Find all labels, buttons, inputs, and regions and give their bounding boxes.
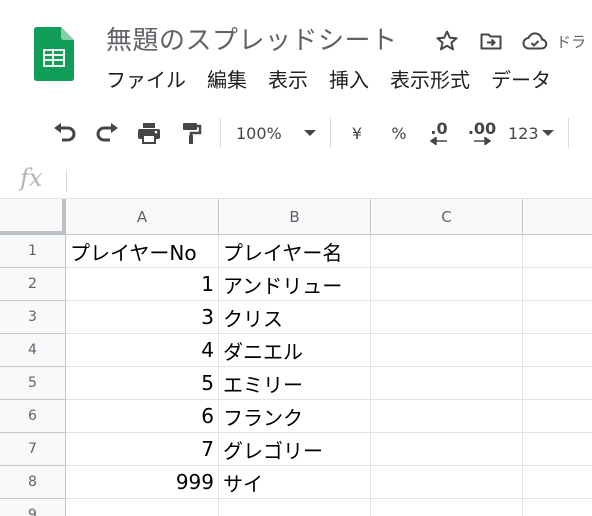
- cell-b2[interactable]: アンドリュー: [219, 268, 371, 301]
- toolbar-separator: [330, 118, 331, 148]
- spreadsheet-app: 無題のスプレッドシート ドラ ファイル 編集 表示 挿入 表示形式 データ 10…: [0, 0, 592, 516]
- format-percent-button[interactable]: %: [386, 118, 412, 148]
- row-header-9[interactable]: 9: [0, 499, 66, 516]
- cell-d2[interactable]: [523, 268, 592, 301]
- row-header-4[interactable]: 4: [0, 334, 66, 367]
- chevron-down-icon: [541, 130, 554, 136]
- menu-file[interactable]: ファイル: [106, 66, 186, 94]
- menu-view[interactable]: 表示: [268, 66, 308, 94]
- cell-c5[interactable]: [371, 367, 523, 400]
- cell-b4[interactable]: ダニエル: [219, 334, 371, 367]
- increase-decimal-label: .00: [467, 119, 497, 138]
- app-header: 無題のスプレッドシート ドラ ファイル 編集 表示 挿入 表示形式 データ: [0, 0, 592, 105]
- select-all-corner[interactable]: [0, 199, 66, 235]
- formula-input[interactable]: [76, 168, 580, 194]
- toolbar: 100% ¥ % .0 .00 123: [0, 104, 592, 163]
- zoom-value: 100%: [236, 123, 282, 143]
- star-icon[interactable]: [432, 26, 462, 56]
- row-header-1[interactable]: 1: [0, 235, 66, 268]
- row-header-3[interactable]: 3: [0, 301, 66, 334]
- fx-label: fx: [20, 164, 43, 192]
- cell-b1[interactable]: プレイヤー名: [219, 235, 371, 268]
- cell-a1[interactable]: プレイヤーNo: [66, 235, 219, 268]
- cell-d4[interactable]: [523, 334, 592, 367]
- arrow-right-icon: [474, 137, 491, 145]
- cell-b8[interactable]: サイ: [219, 466, 371, 499]
- menu-edit[interactable]: 編集: [207, 66, 247, 94]
- folder-move-icon[interactable]: [476, 26, 506, 56]
- cell-d5[interactable]: [523, 367, 592, 400]
- menu-insert[interactable]: 挿入: [329, 66, 369, 94]
- chevron-down-icon: [303, 130, 316, 136]
- percent-symbol: %: [391, 123, 407, 143]
- decrease-decimal-button[interactable]: .0: [424, 118, 454, 148]
- currency-symbol: ¥: [351, 123, 363, 143]
- redo-icon[interactable]: [92, 118, 122, 148]
- row-header-8[interactable]: 8: [0, 466, 66, 499]
- cell-d3[interactable]: [523, 301, 592, 334]
- cell-d8[interactable]: [523, 466, 592, 499]
- google-sheets-icon[interactable]: [34, 27, 74, 81]
- row-header-7[interactable]: 7: [0, 433, 66, 466]
- cell-c1[interactable]: [371, 235, 523, 268]
- title-actions: ドラ: [432, 26, 586, 56]
- cell-a8[interactable]: 999: [66, 466, 219, 499]
- drive-status-label[interactable]: ドラ: [556, 31, 586, 52]
- format-currency-button[interactable]: ¥: [344, 118, 370, 148]
- arrow-left-icon: [430, 137, 447, 145]
- cell-c4[interactable]: [371, 334, 523, 367]
- cell-c8[interactable]: [371, 466, 523, 499]
- column-header-a[interactable]: A: [66, 199, 219, 235]
- undo-icon[interactable]: [50, 118, 80, 148]
- print-icon[interactable]: [134, 118, 164, 148]
- cell-c9[interactable]: [371, 499, 523, 516]
- cell-b5[interactable]: エミリー: [219, 367, 371, 400]
- cell-c3[interactable]: [371, 301, 523, 334]
- cell-c6[interactable]: [371, 400, 523, 433]
- cell-d1[interactable]: [523, 235, 592, 268]
- toolbar-separator: [220, 118, 221, 148]
- zoom-select[interactable]: 100%: [236, 118, 322, 148]
- cell-c2[interactable]: [371, 268, 523, 301]
- cell-a9[interactable]: [66, 499, 219, 516]
- cell-a4[interactable]: 4: [66, 334, 219, 367]
- increase-decimal-button[interactable]: .00: [466, 118, 498, 148]
- number-format-label: 123: [508, 123, 539, 143]
- number-format-select[interactable]: 123: [508, 118, 558, 148]
- cell-d9[interactable]: [523, 499, 592, 516]
- cell-d7[interactable]: [523, 433, 592, 466]
- cell-c7[interactable]: [371, 433, 523, 466]
- menu-format[interactable]: 表示形式: [390, 66, 470, 94]
- row-header-6[interactable]: 6: [0, 400, 66, 433]
- column-header-b[interactable]: B: [219, 199, 371, 235]
- cell-b9[interactable]: [219, 499, 371, 516]
- cell-d6[interactable]: [523, 400, 592, 433]
- column-header-c[interactable]: C: [371, 199, 523, 235]
- toolbar-separator: [568, 118, 569, 148]
- cell-b7[interactable]: グレゴリー: [219, 433, 371, 466]
- formula-separator: [66, 170, 67, 192]
- cell-a2[interactable]: 1: [66, 268, 219, 301]
- cell-b6[interactable]: フランク: [219, 400, 371, 433]
- cell-a3[interactable]: 3: [66, 301, 219, 334]
- menu-data[interactable]: データ: [491, 66, 551, 94]
- sheet-grid: A B C 1 プレイヤーNo プレイヤー名 2 1 アンドリュー 3 3 クリス 4 4 ダニエル 5 5 エミ…: [0, 199, 592, 516]
- document-title[interactable]: 無題のスプレッドシート: [106, 20, 398, 57]
- menu-bar: ファイル 編集 表示 挿入 表示形式 データ: [106, 66, 572, 94]
- cloud-saved-icon[interactable]: [520, 26, 550, 56]
- paint-format-icon[interactable]: [176, 118, 206, 148]
- cell-a6[interactable]: 6: [66, 400, 219, 433]
- cell-a7[interactable]: 7: [66, 433, 219, 466]
- decrease-decimal-label: .0: [430, 119, 448, 138]
- formula-bar: fx: [0, 162, 592, 199]
- cell-a5[interactable]: 5: [66, 367, 219, 400]
- row-header-5[interactable]: 5: [0, 367, 66, 400]
- column-header-d[interactable]: [523, 199, 592, 235]
- cell-b3[interactable]: クリス: [219, 301, 371, 334]
- row-header-2[interactable]: 2: [0, 268, 66, 301]
